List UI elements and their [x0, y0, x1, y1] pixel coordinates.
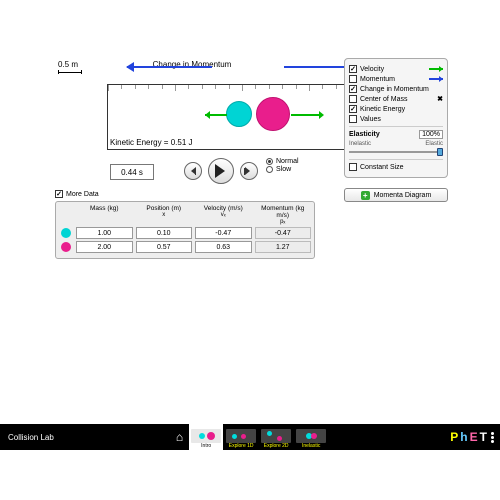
center-of-mass-label: Center of Mass — [360, 96, 407, 103]
table-row: 2.00 0.57 0.63 1.27 — [59, 241, 311, 253]
step-forward-button[interactable] — [240, 162, 258, 180]
position-input-2[interactable]: 0.57 — [136, 241, 193, 253]
values-label: Values — [360, 116, 381, 123]
elasticity-value: 100% — [419, 130, 443, 139]
nav-tab-explore-1d[interactable]: Explore 1D — [224, 424, 258, 450]
step-back-button[interactable] — [184, 162, 202, 180]
momenta-diagram-button[interactable]: + Momenta Diagram — [344, 188, 448, 202]
row-ball-2-icon — [61, 242, 71, 252]
velocity-arrow-2[interactable] — [291, 114, 321, 116]
col-momentum: Momentum (kg m/s) — [255, 205, 312, 219]
kinetic-energy-checkbox[interactable] — [349, 105, 357, 113]
more-data-label: More Data — [66, 191, 99, 198]
velocity-checkbox[interactable] — [349, 65, 357, 73]
ruler-ticks — [108, 85, 376, 91]
nav-tab-label: Inelastic — [302, 443, 320, 449]
data-section: More Data Mass (kg) Position (m)x Veloci… — [55, 190, 315, 259]
phet-logo[interactable]: PhET — [450, 430, 487, 444]
elastic-label: Elastic — [425, 141, 443, 147]
ball-2[interactable] — [256, 97, 290, 131]
mass-input-2[interactable]: 2.00 — [76, 241, 133, 253]
position-input-1[interactable]: 0.10 — [136, 227, 193, 239]
play-button[interactable] — [208, 158, 234, 184]
col-position: Position (m) — [136, 205, 193, 212]
speed-radio-group: Normal Slow — [266, 158, 299, 174]
home-button[interactable]: ⌂ — [176, 430, 183, 444]
constant-size-checkbox[interactable] — [349, 163, 357, 171]
playback-controls — [184, 158, 258, 184]
velocity-tip-2[interactable] — [319, 111, 328, 119]
more-data-checkbox[interactable] — [55, 190, 63, 198]
nav-tab-label: Intro — [201, 443, 211, 449]
nav-tab-label: Explore 2D — [264, 443, 289, 449]
ball-1[interactable] — [226, 101, 252, 127]
velocity-label: Velocity — [360, 66, 384, 73]
velocity-tip-1[interactable] — [201, 111, 210, 119]
sim-title: Collision Lab — [8, 433, 54, 442]
nav-bar: Collision Lab ⌂ Intro Explore 1D Explore… — [0, 424, 500, 450]
options-panel: Velocity Momentum Change in Momentum Cen… — [344, 58, 448, 178]
row-ball-1-icon — [61, 228, 71, 238]
constant-size-label: Constant Size — [360, 164, 404, 171]
phet-menu-button[interactable] — [491, 432, 494, 443]
inelastic-label: Inelastic — [349, 141, 371, 147]
momentum-checkbox[interactable] — [349, 75, 357, 83]
momentum-arrow-icon — [429, 78, 443, 80]
data-table: Mass (kg) Position (m)x Velocity (m/s)vₓ… — [55, 201, 315, 259]
elasticity-label: Elasticity — [349, 131, 380, 138]
nav-tab-inelastic[interactable]: Inelastic — [294, 424, 328, 450]
nav-tab-label: Explore 1D — [229, 443, 254, 449]
center-of-mass-icon: ✖ — [437, 95, 443, 103]
momentum-label: Momentum — [360, 76, 395, 83]
kinetic-energy-readout: Kinetic Energy = 0.51 J — [110, 138, 193, 147]
momentum-readout-1: -0.47 — [255, 227, 312, 239]
change-momentum-checkbox[interactable] — [349, 85, 357, 93]
values-checkbox[interactable] — [349, 115, 357, 123]
speed-slow-radio[interactable] — [266, 166, 273, 173]
elasticity-slider-thumb[interactable] — [437, 148, 443, 156]
speed-slow-label: Slow — [276, 166, 291, 173]
momentum-arrow-left — [127, 66, 212, 68]
table-row: 1.00 0.10 -0.47 -0.47 — [59, 227, 311, 239]
mass-input-1[interactable]: 1.00 — [76, 227, 133, 239]
nav-tab-intro[interactable]: Intro — [189, 424, 223, 450]
speed-normal-label: Normal — [276, 158, 299, 165]
change-momentum-label: Change in Momentum — [360, 86, 429, 93]
momentum-readout-2: 1.27 — [255, 241, 312, 253]
kinetic-energy-label: Kinetic Energy — [360, 106, 405, 113]
velocity-input-2[interactable]: 0.63 — [195, 241, 252, 253]
time-display: 0.44 s — [110, 164, 154, 180]
speed-normal-radio[interactable] — [266, 158, 273, 165]
col-mass: Mass (kg) — [76, 205, 133, 212]
momenta-diagram-label: Momenta Diagram — [374, 192, 432, 199]
elasticity-slider[interactable] — [349, 148, 443, 156]
col-velocity: Velocity (m/s) — [195, 205, 252, 212]
plus-icon: + — [361, 191, 370, 200]
velocity-input-1[interactable]: -0.47 — [195, 227, 252, 239]
center-of-mass-checkbox[interactable] — [349, 95, 357, 103]
velocity-arrow-icon — [429, 68, 443, 70]
nav-tab-explore-2d[interactable]: Explore 2D — [259, 424, 293, 450]
